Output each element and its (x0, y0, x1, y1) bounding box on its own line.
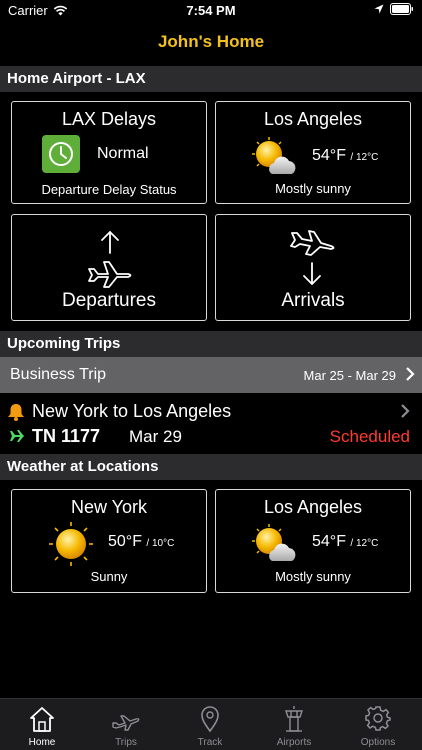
temp-celsius: / 10°C (146, 538, 175, 549)
home-weather-temp: 54°F / 12°C (312, 147, 378, 165)
trip-row[interactable]: New York to Los Angeles TN 1177 Mar 29 S… (0, 395, 422, 453)
tab-label: Track (197, 737, 223, 748)
weather-condition: Sunny (90, 569, 128, 584)
clock-icon (42, 135, 80, 173)
house-icon (30, 707, 54, 732)
weather-tile-new-york[interactable]: New York 50°F / 10°C Sunny (11, 489, 207, 593)
arrivals-tile[interactable]: Arrivals (215, 214, 411, 321)
departures-tile[interactable]: Departures (11, 214, 207, 321)
weather-temp: 54°F / 12°C (312, 533, 378, 551)
weather-temp: 50°F / 10°C (108, 533, 174, 551)
trip-group-name: Business Trip (10, 366, 107, 383)
control-tower-icon (285, 706, 303, 732)
sunny-icon (49, 522, 93, 566)
home-weather-tile[interactable]: Los Angeles 54°F / 12°C Mostly sunny (215, 101, 411, 204)
weather-tile-los-angeles[interactable]: Los Angeles 54°F / 12°C Mostly sunny (215, 489, 411, 593)
section-header-home-airport: Home Airport - LAX (0, 66, 422, 92)
tab-options[interactable]: Options (336, 699, 420, 750)
location-pin-icon (201, 706, 219, 733)
arrival-icon (290, 230, 335, 285)
flight-number: TN 1177 (32, 426, 101, 446)
partly-sunny-icon (252, 524, 296, 561)
home-weather-condition: Mostly sunny (275, 181, 351, 196)
tab-label: Home (28, 737, 56, 748)
tab-bar: Home Trips Track Airports Options (0, 698, 422, 750)
temp-celsius: / 12°C (350, 152, 379, 163)
partly-sunny-icon (252, 137, 296, 174)
page-title: John's Home (157, 32, 265, 51)
status-bar: Carrier 7:54 PM (0, 0, 422, 22)
tab-label: Airports (276, 737, 312, 748)
tab-home[interactable]: Home (0, 699, 84, 750)
battery-icon (390, 3, 413, 15)
delay-status-value: Normal (97, 145, 149, 162)
delays-tile[interactable]: LAX Delays Normal Departure Delay Status (11, 101, 207, 204)
delay-status-caption: Departure Delay Status (41, 182, 177, 197)
tab-airports[interactable]: Airports (252, 699, 336, 750)
tab-trips[interactable]: Trips (84, 699, 168, 750)
tab-label: Trips (115, 737, 137, 748)
delays-title: LAX Delays (61, 109, 157, 129)
temp-fahrenheit: 54°F (312, 147, 346, 164)
weather-condition: Mostly sunny (275, 569, 351, 584)
arrivals-label: Arrivals (281, 290, 345, 311)
departure-icon (88, 231, 132, 288)
tab-track[interactable]: Track (168, 699, 252, 750)
departures-label: Departures (62, 290, 156, 311)
clock: 7:54 PM (186, 3, 236, 18)
flight-plane-icon (10, 430, 24, 442)
section-header-upcoming-trips: Upcoming Trips (0, 331, 422, 357)
plane-icon (112, 715, 140, 731)
weather-city: New York (70, 497, 148, 517)
chevron-right-icon (401, 404, 410, 418)
weather-city: Los Angeles (263, 497, 363, 517)
tab-label: Options (360, 737, 396, 748)
home-weather-city: Los Angeles (263, 109, 363, 129)
trip-route: New York to Los Angeles (32, 401, 232, 421)
location-arrow-icon (374, 4, 384, 14)
section-header-weather: Weather at Locations (0, 454, 422, 480)
temp-fahrenheit: 54°F (312, 533, 346, 550)
trip-group-dates: Mar 25 - Mar 29 (303, 368, 396, 383)
bell-icon (8, 404, 24, 421)
chevron-right-icon (406, 367, 415, 381)
flight-status: Scheduled (329, 427, 410, 446)
gear-icon (365, 706, 391, 731)
flight-date: Mar 29 (129, 427, 182, 446)
temp-fahrenheit: 50°F (108, 533, 142, 550)
temp-celsius: / 12°C (350, 538, 379, 549)
trip-group-row[interactable]: Business Trip Mar 25 - Mar 29 (0, 357, 422, 393)
